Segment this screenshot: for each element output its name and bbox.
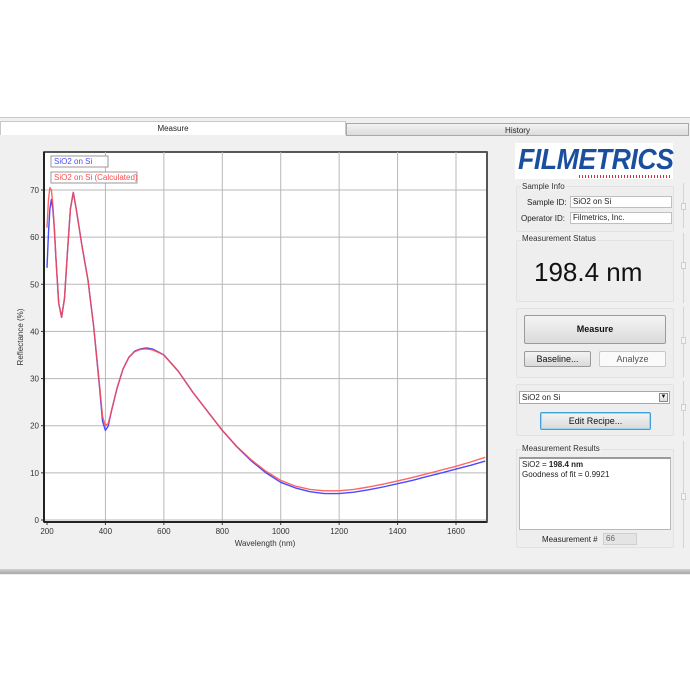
measurement-number-label: Measurement # — [542, 535, 598, 544]
window-bottom-border — [0, 569, 690, 574]
splitter-grip[interactable] — [681, 493, 686, 500]
sample-info-group — [516, 186, 674, 232]
baseline-button[interactable]: Baseline... — [524, 351, 591, 367]
x-tick-label: 1400 — [389, 527, 407, 536]
chevron-down-icon[interactable]: ▼ — [659, 393, 668, 402]
x-tick-label: 600 — [157, 527, 171, 536]
y-tick-label: 10 — [30, 469, 39, 478]
y-axis-label: Reflectance (%) — [16, 308, 25, 365]
splitter-grip[interactable] — [681, 337, 686, 344]
y-tick-label: 30 — [30, 375, 39, 384]
logo-accent — [579, 175, 671, 178]
y-tick-label: 60 — [30, 233, 39, 242]
result-line-fit: Goodness of fit = 0.9921 — [522, 470, 610, 479]
operator-id-label: Operator ID: — [521, 214, 566, 223]
y-tick-label: 20 — [30, 422, 39, 431]
x-tick-label: 1600 — [447, 527, 465, 536]
measurement-results-text[interactable]: SiO2 = 198.4 nm Goodness of fit = 0.9921 — [519, 457, 671, 530]
y-tick-label: 40 — [30, 327, 39, 336]
result-line-thickness: SiO2 = 198.4 nm — [522, 460, 584, 469]
edit-recipe-button[interactable]: Edit Recipe... — [540, 412, 651, 430]
measurement-status-title: Measurement Status — [521, 234, 597, 243]
splitter-grip[interactable] — [681, 203, 686, 210]
operator-id-input[interactable]: Filmetrics, Inc. — [570, 212, 672, 224]
recipe-select[interactable]: SiO2 on Si ▼ — [519, 391, 670, 404]
legend-item-label: SiO2 on Si — [54, 157, 92, 166]
x-tick-label: 1000 — [272, 527, 290, 536]
plot-area — [43, 151, 488, 523]
splitter-grip[interactable] — [681, 404, 686, 411]
x-tick-label: 800 — [216, 527, 230, 536]
x-axis-label: Wavelength (nm) — [235, 539, 296, 548]
recipe-select-value: SiO2 on Si — [522, 393, 561, 402]
measurement-results-title: Measurement Results — [521, 444, 601, 453]
y-tick-label: 50 — [30, 280, 39, 289]
sample-id-input[interactable]: SiO2 on Si — [570, 196, 672, 208]
sample-id-label: Sample ID: — [527, 198, 567, 207]
thickness-readout: 198.4 nm — [534, 257, 643, 287]
splitter-grip[interactable] — [681, 262, 686, 269]
y-tick-label: 70 — [30, 186, 39, 195]
legend-item-label: SiO2 on Si (Calculated) — [54, 173, 138, 182]
analyze-button[interactable]: Analyze — [599, 351, 666, 367]
x-tick-label: 1200 — [330, 527, 348, 536]
measure-button[interactable]: Measure — [524, 315, 666, 344]
x-tick-label: 200 — [40, 527, 54, 536]
y-tick-label: 0 — [35, 516, 40, 525]
x-tick-label: 400 — [99, 527, 113, 536]
filmetrics-logo: FILMETRICS — [515, 143, 674, 179]
logo-text: FILMETRICS — [518, 144, 674, 176]
sample-info-title: Sample Info — [521, 182, 566, 191]
measurement-number-field: 66 — [603, 533, 637, 545]
reflectance-chart: 200 400 600 800 1000 1200 1400 1600 0 10 20 30 40 50 6… — [16, 151, 488, 548]
